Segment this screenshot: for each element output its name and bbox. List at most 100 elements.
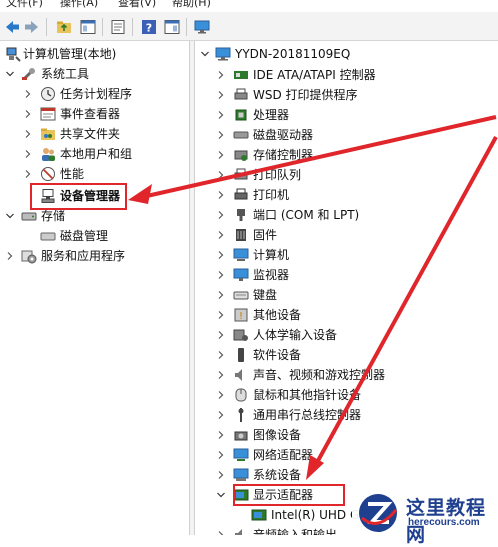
chevron-down-icon[interactable] [6, 70, 14, 78]
tree-label: 网络适配器 [253, 448, 314, 462]
tree-item-task-scheduler[interactable]: 任务计划程序 [0, 84, 189, 104]
chevron-right-icon[interactable] [217, 391, 225, 399]
printer-icon [234, 188, 248, 200]
chevron-right-icon[interactable] [217, 131, 225, 139]
tree-item-local-users-groups[interactable]: 本地用户和组 [0, 144, 189, 164]
chevron-right-icon[interactable] [24, 110, 32, 118]
firmware-icon [236, 229, 246, 241]
software-device-icon [238, 348, 244, 362]
tree-item-printers[interactable]: 打印机 [195, 185, 498, 205]
chevron-right-icon[interactable] [217, 291, 225, 299]
chevron-right-icon[interactable] [217, 411, 225, 419]
chevron-right-icon[interactable] [24, 90, 32, 98]
disk-drive-icon [233, 131, 249, 139]
tree-item-keyboards[interactable]: 键盘 [195, 285, 498, 305]
svg-text:?: ? [146, 22, 152, 35]
chevron-right-icon[interactable] [217, 111, 225, 119]
svg-text:!: ! [239, 311, 243, 322]
computer-name: YYDN-20181109EQ [235, 47, 351, 61]
chevron-right-icon[interactable] [217, 531, 225, 535]
toolbar: ? [0, 12, 498, 41]
monitor-icon[interactable] [194, 19, 210, 35]
tree-item-network-adapters[interactable]: 网络适配器 [195, 445, 498, 465]
port-icon [237, 209, 245, 221]
tree-item-other-devices[interactable]: ! 其他设备 [195, 305, 498, 325]
tree-label: 人体学输入设备 [253, 328, 338, 342]
tree-item-imaging-devices[interactable]: 图像设备 [195, 425, 498, 445]
chevron-right-icon[interactable] [217, 311, 225, 319]
forward-arrow-icon[interactable] [24, 19, 40, 35]
chevron-right-icon[interactable] [217, 91, 225, 99]
chevron-right-icon[interactable] [217, 191, 225, 199]
tree-item-shared-folders[interactable]: 共享文件夹 [0, 124, 189, 144]
tree-item-system-tools[interactable]: 系统工具 [0, 64, 189, 84]
mouse-icon [235, 388, 247, 402]
tree-item-disk-drives[interactable]: 磁盘驱动器 [195, 125, 498, 145]
chevron-right-icon[interactable] [217, 471, 225, 479]
menu-view[interactable]: 查看(V) [118, 0, 156, 10]
tree-item-software-devices[interactable]: 软件设备 [195, 345, 498, 365]
users-icon [42, 148, 55, 161]
chevron-right-icon[interactable] [217, 371, 225, 379]
tree-item-hid[interactable]: 人体学输入设备 [195, 325, 498, 345]
chevron-right-icon[interactable] [217, 71, 225, 79]
tree-item-ports[interactable]: 端口 (COM 和 LPT) [195, 205, 498, 225]
chevron-right-icon[interactable] [6, 252, 14, 260]
menu-file[interactable]: 文件(F) [6, 0, 43, 10]
chevron-right-icon[interactable] [24, 130, 32, 138]
tree-item-print-queues[interactable]: 打印队列 [195, 165, 498, 185]
chevron-right-icon[interactable] [217, 171, 225, 179]
tree-label: 图像设备 [253, 428, 302, 442]
chevron-right-icon[interactable] [217, 211, 225, 219]
tree-item-system-devices[interactable]: 系统设备 [195, 465, 498, 485]
tree-label: IDE ATA/ATAPI 控制器 [253, 68, 376, 82]
tree-label: 打印机 [253, 188, 290, 202]
chevron-right-icon[interactable] [217, 271, 225, 279]
tree-item-usb-controllers[interactable]: 通用串行总线控制器 [195, 405, 498, 425]
device-list-pane[interactable]: YYDN-20181109EQ IDE ATA/ATAPI 控制器 WSD 打印提… [195, 41, 498, 535]
properties-icon[interactable] [110, 19, 126, 35]
tree-item-performance[interactable]: 性能 [0, 164, 189, 184]
chevron-right-icon[interactable] [217, 451, 225, 459]
tree-item-firmware[interactable]: 固件 [195, 225, 498, 245]
chevron-right-icon[interactable] [24, 170, 32, 178]
tree-label: 鼠标和其他指针设备 [253, 388, 362, 402]
tree-item-mice[interactable]: 鼠标和其他指针设备 [195, 385, 498, 405]
chevron-right-icon[interactable] [24, 150, 32, 158]
tree-item-monitors[interactable]: 监视器 [195, 265, 498, 285]
show-hide-tree-icon[interactable] [80, 19, 96, 35]
chevron-right-icon[interactable] [217, 251, 225, 259]
tree-item-wsd-print[interactable]: WSD 打印提供程序 [195, 85, 498, 105]
chevron-right-icon[interactable] [217, 231, 225, 239]
tree-item-event-viewer[interactable]: 事件查看器 [0, 104, 189, 124]
chevron-down-icon[interactable] [217, 491, 225, 499]
tree-label: 通用串行总线控制器 [253, 408, 362, 422]
chevron-down-icon[interactable] [201, 50, 209, 58]
tree-item-computer-management[interactable]: 计算机管理(本地) [0, 44, 189, 64]
up-folder-icon[interactable] [56, 19, 72, 35]
tree-item-computer[interactable]: 计算机 [195, 245, 498, 265]
menu-action[interactable]: 操作(A) [60, 0, 98, 10]
tree-item-sound-video-game[interactable]: 声音、视频和游戏控制器 [195, 365, 498, 385]
chevron-right-icon[interactable] [217, 351, 225, 359]
tree-item-storage-controllers[interactable]: 存储控制器 [195, 145, 498, 165]
console-tree-pane[interactable]: 计算机管理(本地) 系统工具 任务计划程序 事件查看器 共享文件夹 本地用户和组… [0, 41, 190, 535]
help-icon[interactable]: ? [141, 19, 157, 35]
tree-label: 计算机 [253, 248, 290, 262]
tree-item-computer-root[interactable]: YYDN-20181109EQ [195, 44, 498, 64]
chevron-right-icon[interactable] [217, 431, 225, 439]
chevron-right-icon[interactable] [217, 151, 225, 159]
back-arrow-icon[interactable] [4, 19, 20, 35]
tree-item-ide-controller[interactable]: IDE ATA/ATAPI 控制器 [195, 65, 498, 85]
tree-item-services-applications[interactable]: 服务和应用程序 [0, 246, 189, 266]
tree-label: 键盘 [253, 288, 278, 302]
chevron-right-icon[interactable] [217, 331, 225, 339]
tree-label: Intel(R) UHD G [271, 508, 360, 522]
watermark-logo-icon [359, 494, 398, 532]
tree-item-disk-management[interactable]: 磁盘管理 [0, 226, 189, 246]
tree-label: 端口 (COM 和 LPT) [253, 208, 360, 222]
tree-item-processor[interactable]: 处理器 [195, 105, 498, 125]
console-view-icon[interactable] [164, 19, 180, 35]
menu-help[interactable]: 帮助(H) [172, 0, 211, 10]
chevron-down-icon[interactable] [6, 212, 14, 220]
